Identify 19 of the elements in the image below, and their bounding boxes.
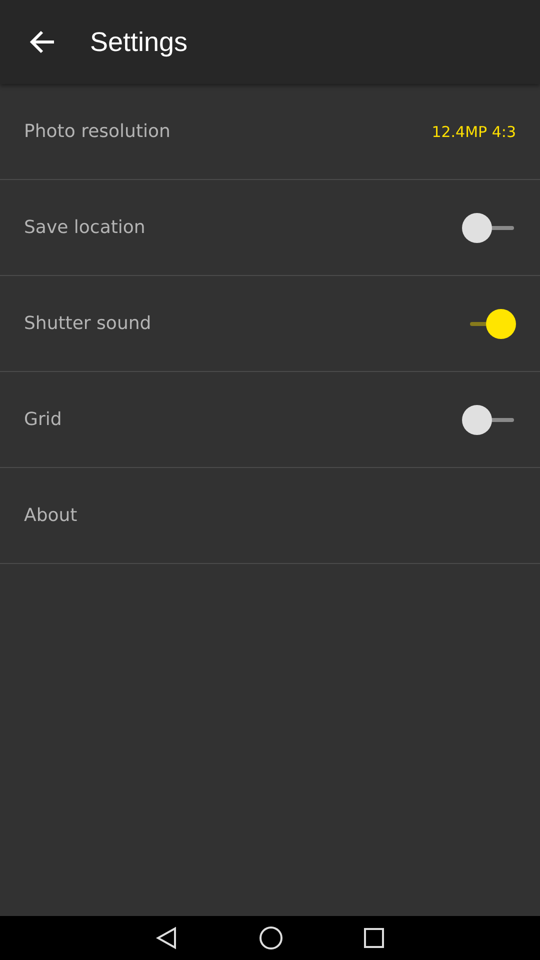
- toggle-switch[interactable]: [462, 212, 516, 242]
- recents-icon[interactable]: [363, 927, 385, 949]
- home-icon[interactable]: [259, 926, 283, 950]
- settings-row[interactable]: Photo resolution 12.4MP 4:3: [0, 84, 540, 180]
- setting-label: Save location: [24, 217, 146, 238]
- back-icon[interactable]: [155, 926, 179, 950]
- setting-label: Shutter sound: [24, 313, 152, 334]
- setting-value: 12.4MP 4:3: [432, 122, 516, 140]
- setting-label: About: [24, 505, 78, 526]
- setting-label: Photo resolution: [24, 121, 170, 142]
- settings-row[interactable]: Grid: [0, 372, 540, 468]
- settings-row[interactable]: Save location: [0, 180, 540, 276]
- settings-row[interactable]: About: [0, 468, 540, 564]
- back-arrow-icon: [28, 28, 56, 56]
- back-button[interactable]: [28, 28, 56, 56]
- screen-title: Settings: [90, 26, 188, 58]
- settings-row[interactable]: Shutter sound: [0, 276, 540, 372]
- setting-label: Grid: [24, 409, 62, 430]
- toggle-switch[interactable]: [462, 404, 516, 434]
